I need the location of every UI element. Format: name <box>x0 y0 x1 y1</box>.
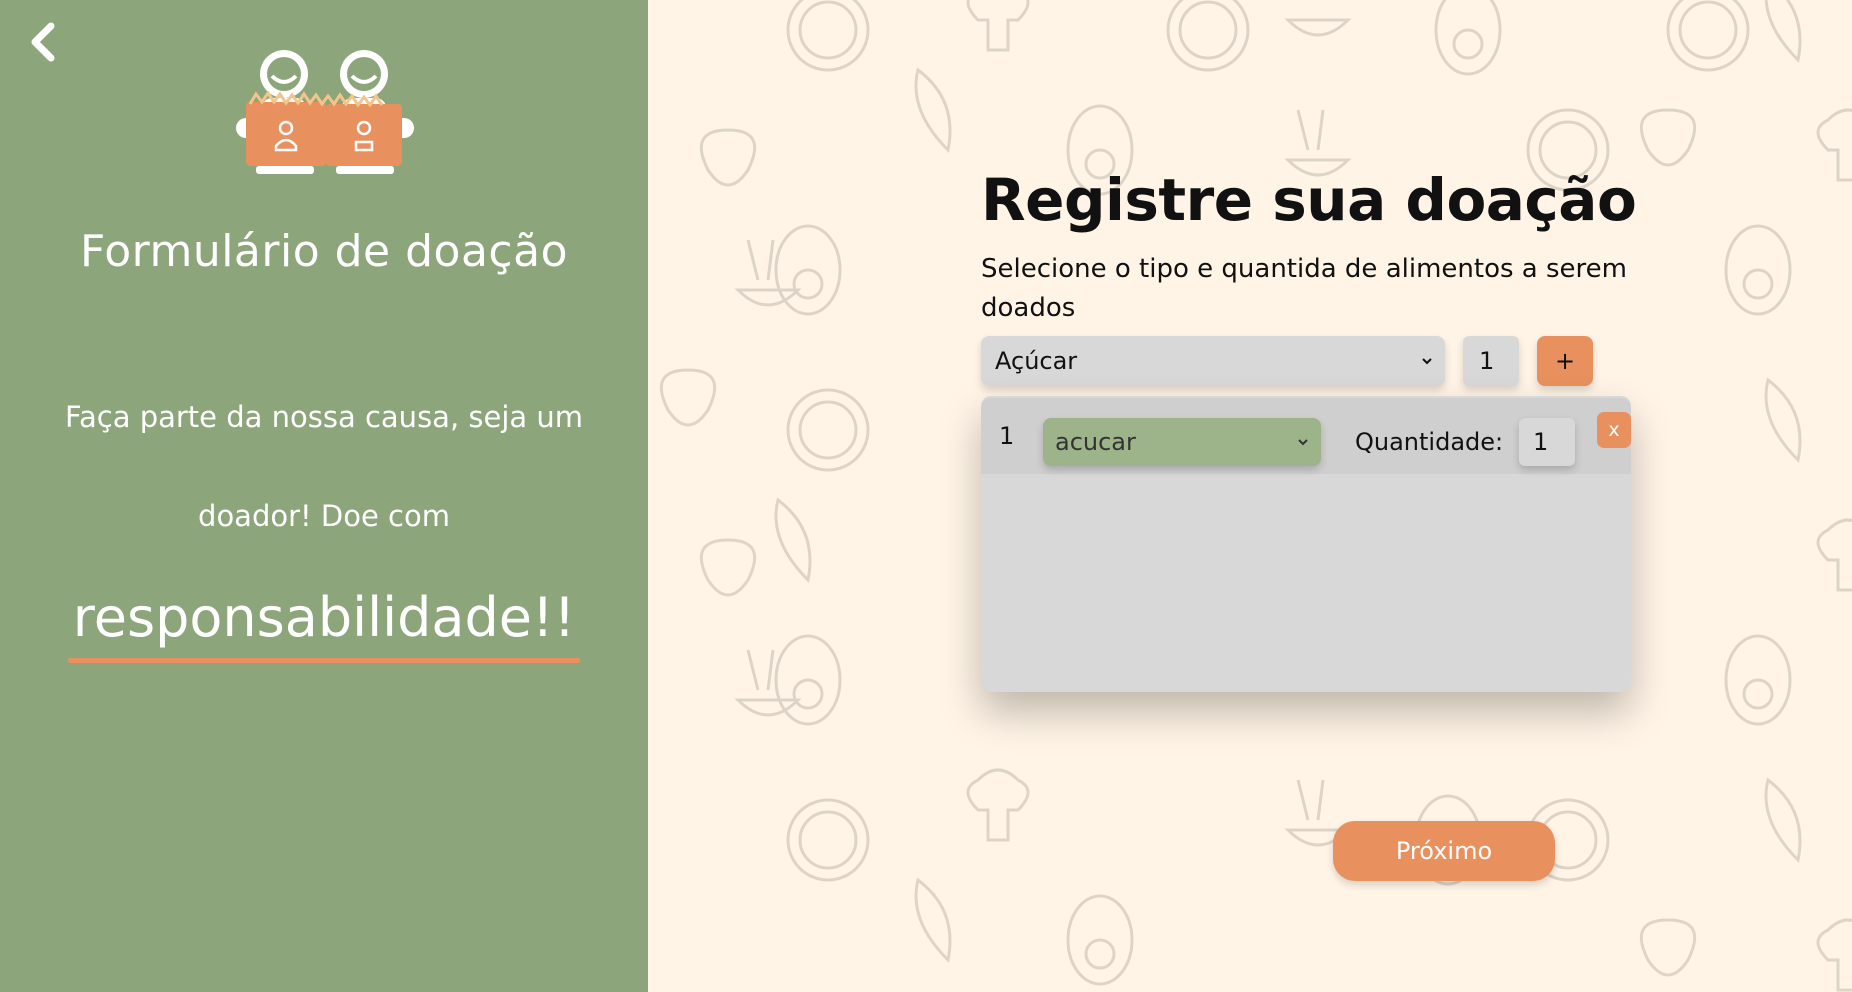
quantity-input[interactable]: 1 <box>1463 336 1519 386</box>
chevron-down-icon <box>1298 439 1308 446</box>
logo <box>236 50 414 174</box>
back-button[interactable] <box>22 20 62 64</box>
slogan-line-2: doador! Doe com <box>198 499 450 533</box>
remove-row-button[interactable]: x <box>1597 412 1631 448</box>
chevron-left-icon <box>31 22 55 62</box>
row-food-select[interactable]: acucar <box>1043 418 1321 466</box>
page-subtitle: Selecione o tipo e quantida de alimentos… <box>981 254 1627 323</box>
next-button[interactable]: Próximo <box>1333 821 1555 881</box>
row-food-select-value: acucar <box>1055 428 1136 456</box>
row-quantity-label: Quantidade: <box>1355 428 1504 456</box>
slogan-line-1: Faça parte da nossa causa, seja um <box>64 400 584 434</box>
highlight-underline <box>68 658 580 663</box>
donation-list: 1 acucar Quantidade: 1 x <box>981 396 1631 692</box>
sidebar-panel: Formulário de doação Faça parte da nossa… <box>0 0 648 992</box>
food-type-select[interactable]: Açúcar <box>981 336 1445 386</box>
slogan-highlight: responsabilidade!! <box>72 586 576 649</box>
page-title: Registre sua doação <box>981 166 1637 234</box>
form-title: Formulário de doação <box>79 226 568 277</box>
food-type-select-value: Açúcar <box>995 347 1078 375</box>
chevron-down-icon <box>1422 358 1432 365</box>
add-item-button[interactable]: + <box>1537 336 1593 386</box>
row-index: 1 <box>999 422 1015 450</box>
donation-row: 1 acucar Quantidade: 1 x <box>981 398 1631 474</box>
row-quantity-input[interactable]: 1 <box>1519 418 1575 466</box>
